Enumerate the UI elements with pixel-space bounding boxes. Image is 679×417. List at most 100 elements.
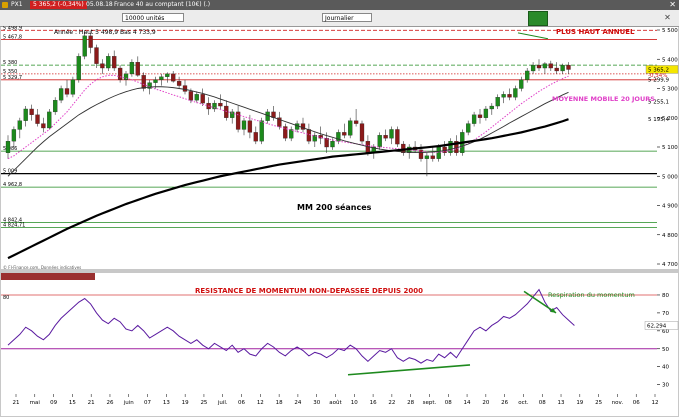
candle-body [58, 88, 64, 101]
x-tick-label: 26 [106, 400, 113, 406]
price-tick-label: 5 500 [662, 28, 678, 34]
candle-body [141, 75, 146, 89]
title-bar: PX1 5 365,2 (-0,34%) 05.08.18 France 40 … [0, 0, 679, 10]
candle-body [560, 64, 565, 72]
x-tick-label: 18 [276, 400, 283, 406]
x-tick-label: sept. [423, 400, 437, 406]
candle-body [82, 35, 87, 57]
candle-body [489, 105, 494, 110]
x-tick-label: 21 [88, 400, 95, 406]
price-tag-label: 5 195,4 [648, 117, 669, 123]
x-tick-label: 21 [13, 400, 20, 406]
candle-body [519, 79, 524, 89]
hline-label: 5 380 [3, 60, 17, 66]
price-tick-label: 4 800 [662, 233, 678, 239]
candle-body [100, 63, 105, 69]
x-tick-label: 26 [501, 400, 508, 406]
x-tick-label: 06 [633, 400, 640, 406]
units-select-value: 10000 unités [125, 15, 165, 22]
year-range-info: Année : Haut 5 498,9 Bas 4 733,9 [54, 29, 156, 36]
candle-body [76, 56, 81, 80]
candle-body [117, 67, 123, 80]
annotation-respiration: Respiration du momentum [548, 291, 635, 299]
candle-body [501, 94, 506, 98]
x-tick-label: 20 [482, 400, 489, 406]
hline-label: 4 962,8 [3, 182, 22, 188]
x-tick-label: 06 [238, 400, 245, 406]
candle-body [471, 114, 477, 124]
price-tag-label: 5 299,9 [648, 77, 669, 83]
hline-label: 5 329,7 [3, 75, 22, 81]
candle-body [436, 146, 441, 159]
candle-body [11, 129, 17, 142]
x-tick-label: 24 [294, 400, 301, 406]
hline-label: 5 498,9 [3, 26, 22, 31]
x-tick-label: juin [123, 400, 135, 406]
candle-body [194, 94, 199, 101]
candle-body [23, 108, 28, 121]
candle-body [424, 155, 430, 159]
source-caption: © FI-Finance.com, Données indicatives [3, 265, 81, 270]
candle-body [218, 102, 223, 107]
x-tick-label: juil. [217, 400, 228, 406]
momentum-tick-label: 80 [662, 293, 669, 299]
x-tick-label: 12 [652, 400, 659, 406]
candle-body [507, 94, 512, 98]
momentum-tick-label: 70 [662, 311, 669, 317]
momentum-tick-label: 60 [662, 329, 669, 335]
price-tick-label: 5 100 [662, 145, 678, 151]
candle-body [17, 120, 22, 130]
candle-body [348, 120, 353, 136]
candle-body [35, 114, 40, 124]
toolbar-close-icon[interactable]: ✕ [662, 12, 673, 23]
x-tick-label: 30 [313, 400, 320, 406]
x-tick-label: 28 [407, 400, 414, 406]
candle-body [495, 97, 500, 107]
candle-body [566, 64, 571, 70]
x-tick-label: nov. [612, 400, 624, 406]
candle-body [224, 105, 229, 118]
candle-body [554, 67, 559, 72]
candle-body [182, 85, 188, 92]
candle-body [430, 155, 435, 159]
candle-body [123, 73, 129, 80]
candle-body [342, 132, 347, 136]
x-tick-label: 19 [576, 400, 583, 406]
momentum-tick-label: 50 [662, 347, 669, 353]
x-tick-label: 12 [257, 400, 264, 406]
candle-body [64, 88, 70, 95]
candle-body [171, 73, 176, 82]
price-badge: 5 365,2 (-0,34%) [30, 1, 87, 9]
candle-body [530, 64, 536, 72]
candle-body [200, 94, 205, 104]
candle-body [542, 63, 548, 69]
close-icon[interactable]: ✕ [669, 0, 676, 10]
period-select-value: Journalier [325, 15, 354, 22]
units-select[interactable]: 10000 unités [122, 13, 184, 22]
description-label: France 40 au comptant (10€) (.) [114, 1, 211, 8]
candle-body [389, 129, 394, 139]
candle-body [112, 56, 117, 69]
candle-body [188, 91, 194, 101]
candle-body [41, 123, 46, 129]
annotation-plus-haut-annuel: PLUS HAUT ANNUEL [556, 28, 635, 36]
annotation-ma20: MOYENNE MOBILE 20 JOURS [552, 95, 655, 103]
period-select[interactable]: Journalier [322, 13, 372, 22]
price-tick-label: 4 900 [662, 204, 678, 210]
x-tick-label: 07 [144, 400, 151, 406]
price-panel [1, 27, 657, 269]
momentum-title: RESISTANCE DE MOMENTUM NON-DEPASSEE DEPU… [195, 287, 423, 295]
x-tick-label: mai [30, 400, 41, 406]
x-tick-label: 15 [69, 400, 76, 406]
candle-body [259, 120, 264, 142]
x-tick-label: 22 [388, 400, 395, 406]
hline-label: 5 086 [3, 146, 17, 152]
momentum-left-label: 80 [3, 295, 9, 301]
x-tick-label: août [329, 399, 342, 406]
candle-body [129, 62, 135, 75]
candle-body [306, 129, 312, 142]
candle-body [395, 129, 400, 145]
x-tick-label: 19 [182, 400, 189, 406]
candle-body [159, 76, 164, 80]
candle-body [88, 35, 93, 48]
